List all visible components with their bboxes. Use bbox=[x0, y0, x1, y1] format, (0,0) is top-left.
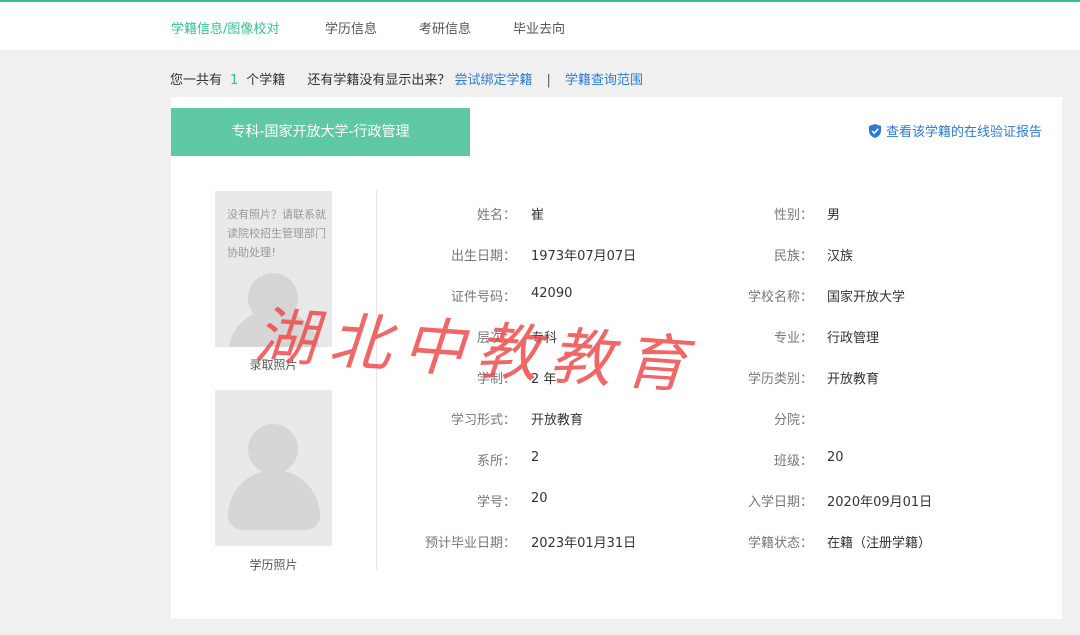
summary-question: 还有学籍没有显示出来？ bbox=[307, 73, 451, 88]
field-value-id-number: 42090 bbox=[531, 286, 573, 301]
field-value-ethnicity: 汉族 bbox=[827, 249, 854, 264]
field-label-level: 层次： bbox=[476, 331, 516, 346]
top-nav: 学籍信息/图像校对 学历信息 考研信息 毕业去向 bbox=[0, 0, 1080, 50]
field-value-major: 行政管理 bbox=[827, 331, 880, 346]
tab-postgraduate[interactable]: 考研信息 bbox=[419, 18, 471, 37]
field-label-class: 班级： bbox=[773, 454, 813, 469]
field-label-duration: 学制： bbox=[476, 372, 516, 387]
field-label-id-number: 证件号码： bbox=[450, 290, 516, 305]
field-value-status: 在籍（注册学籍） bbox=[827, 536, 932, 551]
photo-note: 没有照片？请联系就读院校招生管理部门协助处理！ bbox=[227, 208, 326, 259]
summary-suffix: 个学籍 bbox=[246, 73, 286, 88]
field-label-name: 姓名： bbox=[476, 208, 516, 223]
tab-graduation-destination[interactable]: 毕业去向 bbox=[513, 18, 565, 37]
summary-separator: | bbox=[546, 73, 551, 88]
admission-photo-label: 录取照片 bbox=[249, 358, 298, 372]
tab-education[interactable]: 学历信息 bbox=[325, 18, 377, 37]
field-label-gender: 性别： bbox=[773, 208, 813, 223]
field-label-ethnicity: 民族： bbox=[773, 249, 813, 264]
avatar-body-shape bbox=[228, 470, 320, 530]
field-value-school: 国家开放大学 bbox=[827, 290, 906, 305]
field-label-branch: 分院： bbox=[773, 413, 813, 428]
avatar-placeholder-icon bbox=[248, 424, 298, 474]
field-label-birthdate: 出生日期： bbox=[450, 249, 516, 264]
shield-check-icon bbox=[868, 123, 881, 138]
summary-prefix: 您一共有 bbox=[170, 73, 223, 88]
field-value-study-mode: 开放教育 bbox=[531, 413, 584, 428]
field-value-enrollment-date: 2020年09月01日 bbox=[827, 495, 933, 510]
query-scope-link[interactable]: 学籍查询范围 bbox=[565, 73, 643, 88]
field-value-student-id: 20 bbox=[531, 491, 548, 506]
field-value-name: 崔 bbox=[531, 208, 545, 223]
education-photo-label: 学历照片 bbox=[249, 558, 298, 572]
verify-report-link[interactable]: 查看该学籍的在线验证报告 bbox=[868, 121, 1042, 140]
field-value-department: 2 bbox=[531, 450, 540, 465]
field-label-study-mode: 学习形式： bbox=[450, 413, 516, 428]
field-label-department: 系所： bbox=[476, 454, 516, 469]
field-value-class: 20 bbox=[827, 450, 844, 465]
record-title: 专科-国家开放大学-行政管理 bbox=[171, 108, 470, 156]
field-value-expected-graduation: 2023年01月31日 bbox=[531, 536, 637, 551]
admission-photo: 没有照片？请联系就读院校招生管理部门协助处理！ bbox=[215, 191, 332, 347]
field-label-status: 学籍状态： bbox=[747, 536, 813, 551]
bind-record-link[interactable]: 尝试绑定学籍 bbox=[454, 73, 532, 88]
field-label-school: 学校名称： bbox=[747, 290, 813, 305]
field-label-expected-graduation: 预计毕业日期： bbox=[424, 536, 516, 551]
field-value-gender: 男 bbox=[827, 208, 841, 223]
tab-student-status[interactable]: 学籍信息/图像校对 bbox=[171, 18, 279, 37]
education-photo bbox=[215, 390, 332, 546]
field-label-education-category: 学历类别： bbox=[747, 372, 813, 387]
field-value-education-category: 开放教育 bbox=[827, 372, 880, 387]
verify-report-label: 查看该学籍的在线验证报告 bbox=[885, 125, 1042, 140]
field-label-major: 专业： bbox=[773, 331, 813, 346]
avatar-body-shape bbox=[228, 309, 320, 347]
field-label-enrollment-date: 入学日期： bbox=[747, 495, 813, 510]
record-card: 专科-国家开放大学-行政管理 查看该学籍的在线验证报告 没有照片？请联系就读院校… bbox=[171, 97, 1062, 619]
field-value-birthdate: 1973年07月07日 bbox=[531, 249, 637, 264]
field-label-student-id: 学号： bbox=[476, 495, 516, 510]
field-value-duration: 2 年 bbox=[531, 372, 557, 387]
field-value-level: 专科 bbox=[531, 331, 558, 346]
record-summary: 您一共有 1 个学籍 还有学籍没有显示出来？ 尝试绑定学籍 | 学籍查询范围 bbox=[170, 69, 643, 88]
record-count: 1 bbox=[230, 73, 239, 88]
